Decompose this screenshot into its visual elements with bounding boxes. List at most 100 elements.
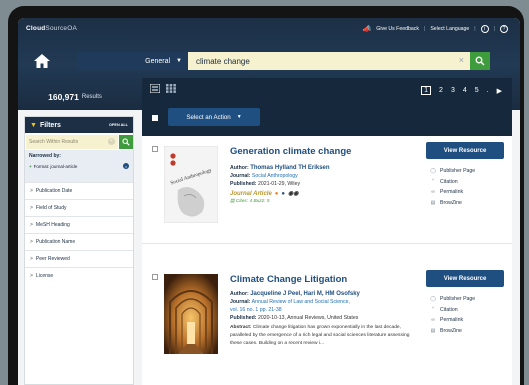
result-title[interactable]: Generation climate change (230, 146, 420, 157)
funnel-icon: ▼ (30, 121, 37, 129)
clear-search-icon[interactable]: × (459, 55, 464, 65)
nav-divider: | (423, 26, 426, 32)
facet-publication-name[interactable]: > Publication Name (25, 233, 133, 250)
narrowed-by-label: Narrowed by: (29, 153, 61, 159)
result-published-line: Published: 2020-10-13, Annual Reviews, U… (230, 314, 420, 322)
search-within-button[interactable] (119, 134, 133, 149)
citation-link[interactable]: “ Citation (426, 305, 504, 316)
published-label: Published: (230, 315, 257, 321)
nav-divider: | (474, 26, 476, 32)
result-card: Social Anthropology Generation climate c… (142, 136, 512, 244)
action-label: Publisher Page (440, 168, 476, 175)
search-within-input[interactable]: Search Within Results × (26, 134, 118, 149)
facet-field-of-study[interactable]: > Field of Study (25, 199, 133, 216)
globe-icon: ◯ (430, 296, 436, 303)
chevron-right-icon: > (30, 222, 33, 228)
chart-icon: ▤ (230, 199, 235, 204)
search-within-placeholder: Search Within Results (29, 138, 79, 145)
info-icon[interactable]: i (480, 25, 489, 33)
browzine-link[interactable]: ▤ BrowZine (426, 326, 504, 337)
select-all-checkbox[interactable] (152, 115, 158, 121)
chevron-right-icon: > (30, 188, 33, 194)
search-input[interactable]: climate change × (188, 52, 470, 70)
result-journal-line: Journal: Annual Review of Law and Social… (230, 298, 420, 306)
result-checkbox[interactable] (152, 274, 158, 280)
page-5[interactable]: 5 (475, 87, 479, 94)
result-published: 2020-10-13, Annual Reviews, United State… (257, 315, 359, 321)
result-author[interactable]: Jacqueline J Peel, Hari M, HM Osofsky (250, 291, 360, 297)
facet-peer-reviewed[interactable]: > Peer Reviewed (25, 250, 133, 267)
result-title[interactable]: Climate Change Litigation (230, 274, 420, 285)
list-view-icon[interactable] (150, 84, 160, 93)
result-card: Climate Change Litigation Author: Jacque… (142, 264, 512, 385)
result-published-line: Published: 2021-01-29, Wiley (230, 180, 420, 188)
result-author[interactable]: Thomas Hylland TH Eriksen (250, 165, 329, 171)
browzine-link[interactable]: ▤ BrowZine (426, 198, 504, 209)
chevron-right-icon: > (30, 256, 33, 262)
search-within-row: Search Within Results × (25, 133, 133, 150)
permalink-link[interactable]: ∞ Permalink (426, 187, 504, 198)
home-icon[interactable] (32, 51, 52, 71)
view-resource-button[interactable]: View Resource (426, 270, 504, 287)
open-access-lock-icon: ● (274, 190, 279, 197)
filters-label: Filters (39, 121, 61, 129)
result-journal[interactable]: Social Anthropology (252, 173, 298, 179)
language-select[interactable]: Select Language (430, 26, 469, 32)
result-author-line: Author: Thomas Hylland TH Eriksen (230, 164, 420, 172)
view-toggle (150, 84, 176, 93)
open-all-button[interactable]: OPEN ALL (109, 123, 128, 127)
result-image-thumbnail[interactable] (164, 274, 218, 354)
citation-link[interactable]: “ Citation (426, 177, 504, 188)
results-toolbar: Select an Action ▼ 1 2 3 4 5 . ▶ (142, 78, 512, 136)
search-icon (122, 137, 130, 146)
next-page-icon[interactable]: ▶ (497, 87, 502, 95)
action-label: Citation (440, 178, 458, 185)
result-journal[interactable]: Annual Review of Law and Social Science, (252, 299, 350, 305)
journal-label: Journal: (230, 173, 251, 179)
top-nav: 📣 Give Us Feedback | Select Language | i… (363, 25, 508, 33)
permalink-link[interactable]: ∞ Permalink (426, 315, 504, 326)
quote-icon: “ (432, 306, 434, 313)
page-2[interactable]: 2 (439, 87, 443, 94)
journal-label: Journal: (230, 299, 251, 305)
result-abstract-text: Climate change litigation has grown expo… (230, 325, 410, 346)
facet-license[interactable]: > License (25, 267, 133, 284)
remove-filter-icon[interactable]: × (123, 163, 129, 169)
result-actions: View Resource ◯ Publisher Page “Citation … (426, 270, 504, 336)
facet-publication-date[interactable]: > Publication Date (25, 182, 133, 199)
app-logo[interactable]: CloudSourceOA (26, 25, 77, 32)
published-label: Published: (230, 181, 257, 187)
journal-cover-thumbnail[interactable]: Social Anthropology (164, 146, 218, 223)
action-label: BrowZine (440, 327, 462, 334)
select-action-dropdown[interactable]: Select an Action ▼ (168, 108, 260, 126)
results-count: 160,971 Results (18, 84, 132, 110)
cc-license-icon: ◉◉ (288, 191, 299, 197)
publisher-page-link[interactable]: ◯ Publisher Page (426, 166, 504, 177)
clear-icon[interactable]: × (108, 137, 115, 145)
search-icon (475, 56, 485, 66)
chevron-right-icon: > (30, 205, 33, 211)
search-button[interactable] (470, 52, 490, 70)
result-checkbox[interactable] (152, 146, 158, 152)
page-3[interactable]: 3 (451, 87, 455, 94)
publisher-page-link[interactable]: ◯ Publisher Page (426, 294, 504, 305)
grid-view-icon[interactable] (166, 84, 176, 93)
result-format: Journal Article ● ● ◉◉ (230, 190, 420, 198)
filters-header: ▼ Filters OPEN ALL (25, 117, 133, 133)
facet-mesh-heading[interactable]: > MeSH Heading (25, 216, 133, 233)
view-resource-button[interactable]: View Resource (426, 142, 504, 159)
action-label: Citation (440, 306, 458, 313)
filters-title: ▼ Filters (30, 122, 61, 129)
page-1[interactable]: 1 (421, 86, 432, 95)
result-author-line: Author: Jacqueline J Peel, Hari M, HM Os… (230, 290, 420, 298)
quote-icon: “ (432, 178, 434, 185)
feedback-link[interactable]: Give Us Feedback (376, 26, 419, 32)
result-info: Generation climate change Author: Thomas… (230, 146, 420, 204)
help-icon[interactable]: ? (500, 25, 508, 33)
chip-text-wrap: + Format: journal-article (29, 164, 77, 169)
logo-text-bold: Cloud (26, 25, 46, 32)
link-icon: ∞ (431, 189, 435, 196)
result-format-label: Journal Article (230, 190, 272, 197)
search-scope-select[interactable]: General ▼ (78, 52, 188, 70)
page-4[interactable]: 4 (463, 87, 467, 94)
